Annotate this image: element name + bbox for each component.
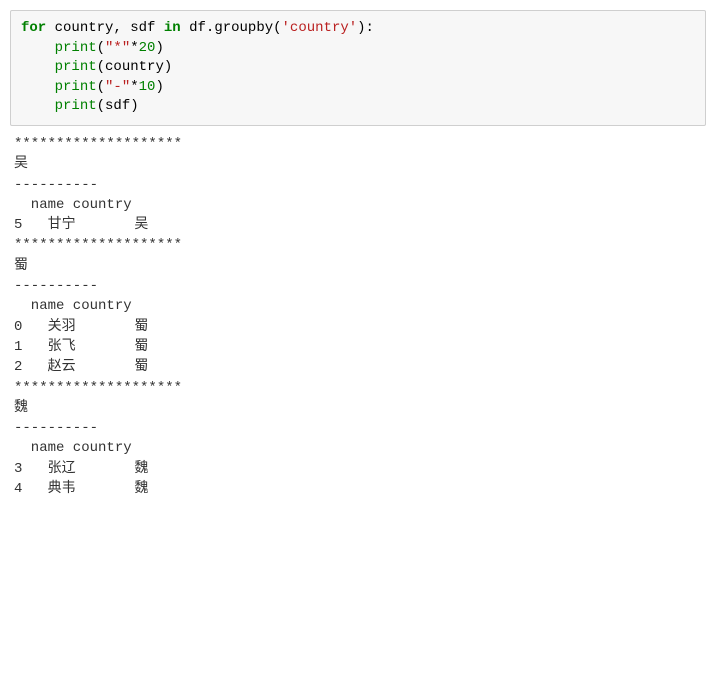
print1-str: "*" [105, 40, 130, 56]
print1: print [55, 40, 97, 56]
print3-op: * [130, 79, 138, 95]
code-cell: for country, sdf in df.groupby('country'… [10, 10, 706, 126]
print2-arg: country [105, 59, 164, 75]
comma: , [113, 20, 121, 36]
str-country: 'country' [282, 20, 358, 36]
print2: print [55, 59, 97, 75]
print4-arg: sdf [105, 98, 130, 114]
print1-op: * [130, 40, 138, 56]
print4: print [55, 98, 97, 114]
var-country: country [55, 20, 114, 36]
output-cell: ******************** 吴 ---------- name c… [10, 134, 706, 499]
keyword-in: in [164, 20, 181, 36]
var-df: df [189, 20, 206, 36]
print3-str: "-" [105, 79, 130, 95]
print1-num: 20 [139, 40, 156, 56]
print3-num: 10 [139, 79, 156, 95]
rparen-colon: ): [357, 20, 374, 36]
keyword-for: for [21, 20, 46, 36]
print3: print [55, 79, 97, 95]
method-groupby: groupby [214, 20, 273, 36]
var-sdf: sdf [130, 20, 155, 36]
